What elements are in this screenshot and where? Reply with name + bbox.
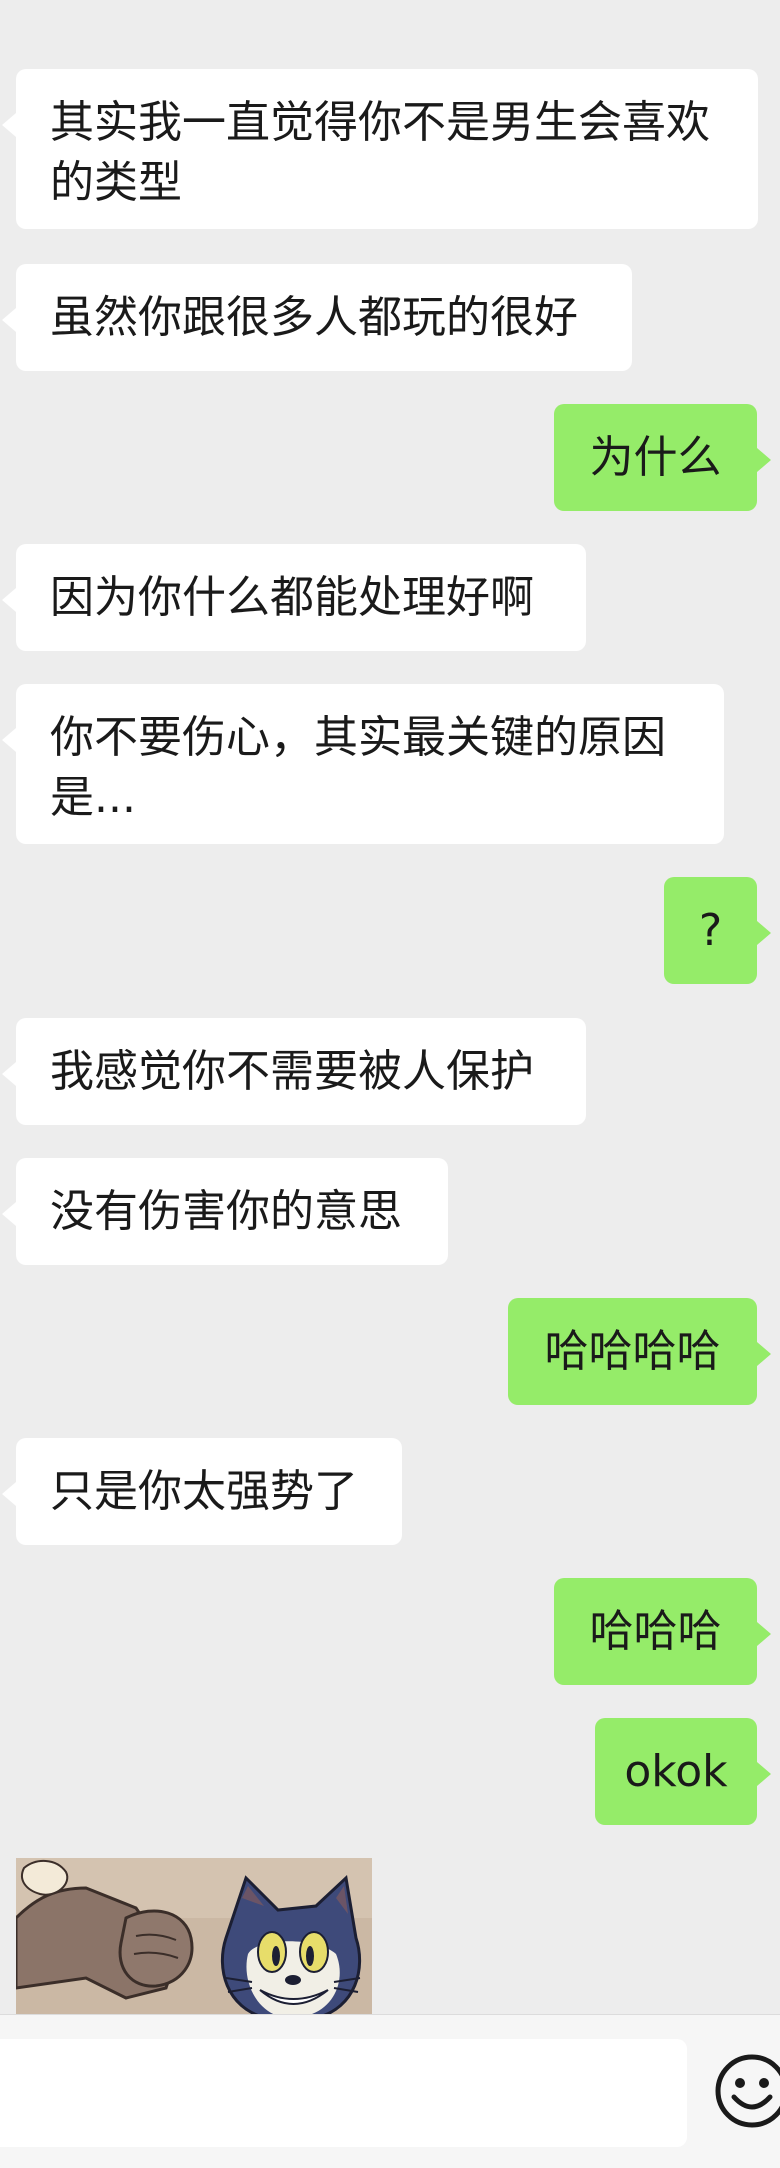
outgoing-message-bubble[interactable]: ? (664, 877, 771, 984)
tom-cat-fist-bump-sticker[interactable] (16, 1858, 372, 2014)
message-text: 因为你什么都能处理好啊 (50, 572, 534, 623)
outgoing-message-bubble[interactable]: 哈哈哈 (554, 1578, 771, 1685)
outgoing-message-bubble[interactable]: 为什么 (554, 404, 771, 511)
incoming-message-bubble[interactable]: 虽然你跟很多人都玩的很好 (2, 264, 632, 371)
message-text: 虽然你跟很多人都玩的很好 (50, 292, 578, 343)
incoming-message-bubble[interactable]: 没有伤害你的意思 (2, 1158, 448, 1265)
smiley-face-icon[interactable] (712, 2051, 780, 2131)
incoming-message-bubble[interactable]: 因为你什么都能处理好啊 (2, 544, 586, 651)
chat-input-bar (0, 2014, 780, 2168)
outgoing-message-bubble[interactable]: 哈哈哈哈 (508, 1298, 771, 1405)
message-text: 哈哈哈 (589, 1606, 722, 1657)
message-text: 我感觉你不需要被人保护 (50, 1046, 534, 1097)
message-text: 为什么 (589, 432, 722, 483)
message-text: 其实我一直觉得你不是男生会喜欢的类型 (50, 97, 710, 208)
message-text: 哈哈哈哈 (544, 1326, 721, 1377)
incoming-message-bubble[interactable]: 只是你太强势了 (2, 1438, 402, 1545)
message-input[interactable] (0, 2039, 687, 2147)
message-text: 你不要伤心，其实最关键的原因是... (50, 712, 666, 823)
outgoing-message-bubble[interactable]: okok (595, 1718, 771, 1825)
message-text: 只是你太强势了 (50, 1466, 358, 1517)
message-text: 没有伤害你的意思 (50, 1186, 402, 1237)
message-text: okok (624, 1746, 728, 1797)
chat-message-list[interactable]: 其实我一直觉得你不是男生会喜欢的类型 虽然你跟很多人都玩的很好 为什么 因为你什… (0, 0, 780, 2014)
incoming-message-bubble[interactable]: 其实我一直觉得你不是男生会喜欢的类型 (2, 69, 758, 229)
message-text: ? (698, 905, 723, 956)
incoming-message-bubble[interactable]: 你不要伤心，其实最关键的原因是... (2, 684, 724, 844)
incoming-message-bubble[interactable]: 我感觉你不需要被人保护 (2, 1018, 586, 1125)
sticker-image (16, 1858, 372, 2014)
